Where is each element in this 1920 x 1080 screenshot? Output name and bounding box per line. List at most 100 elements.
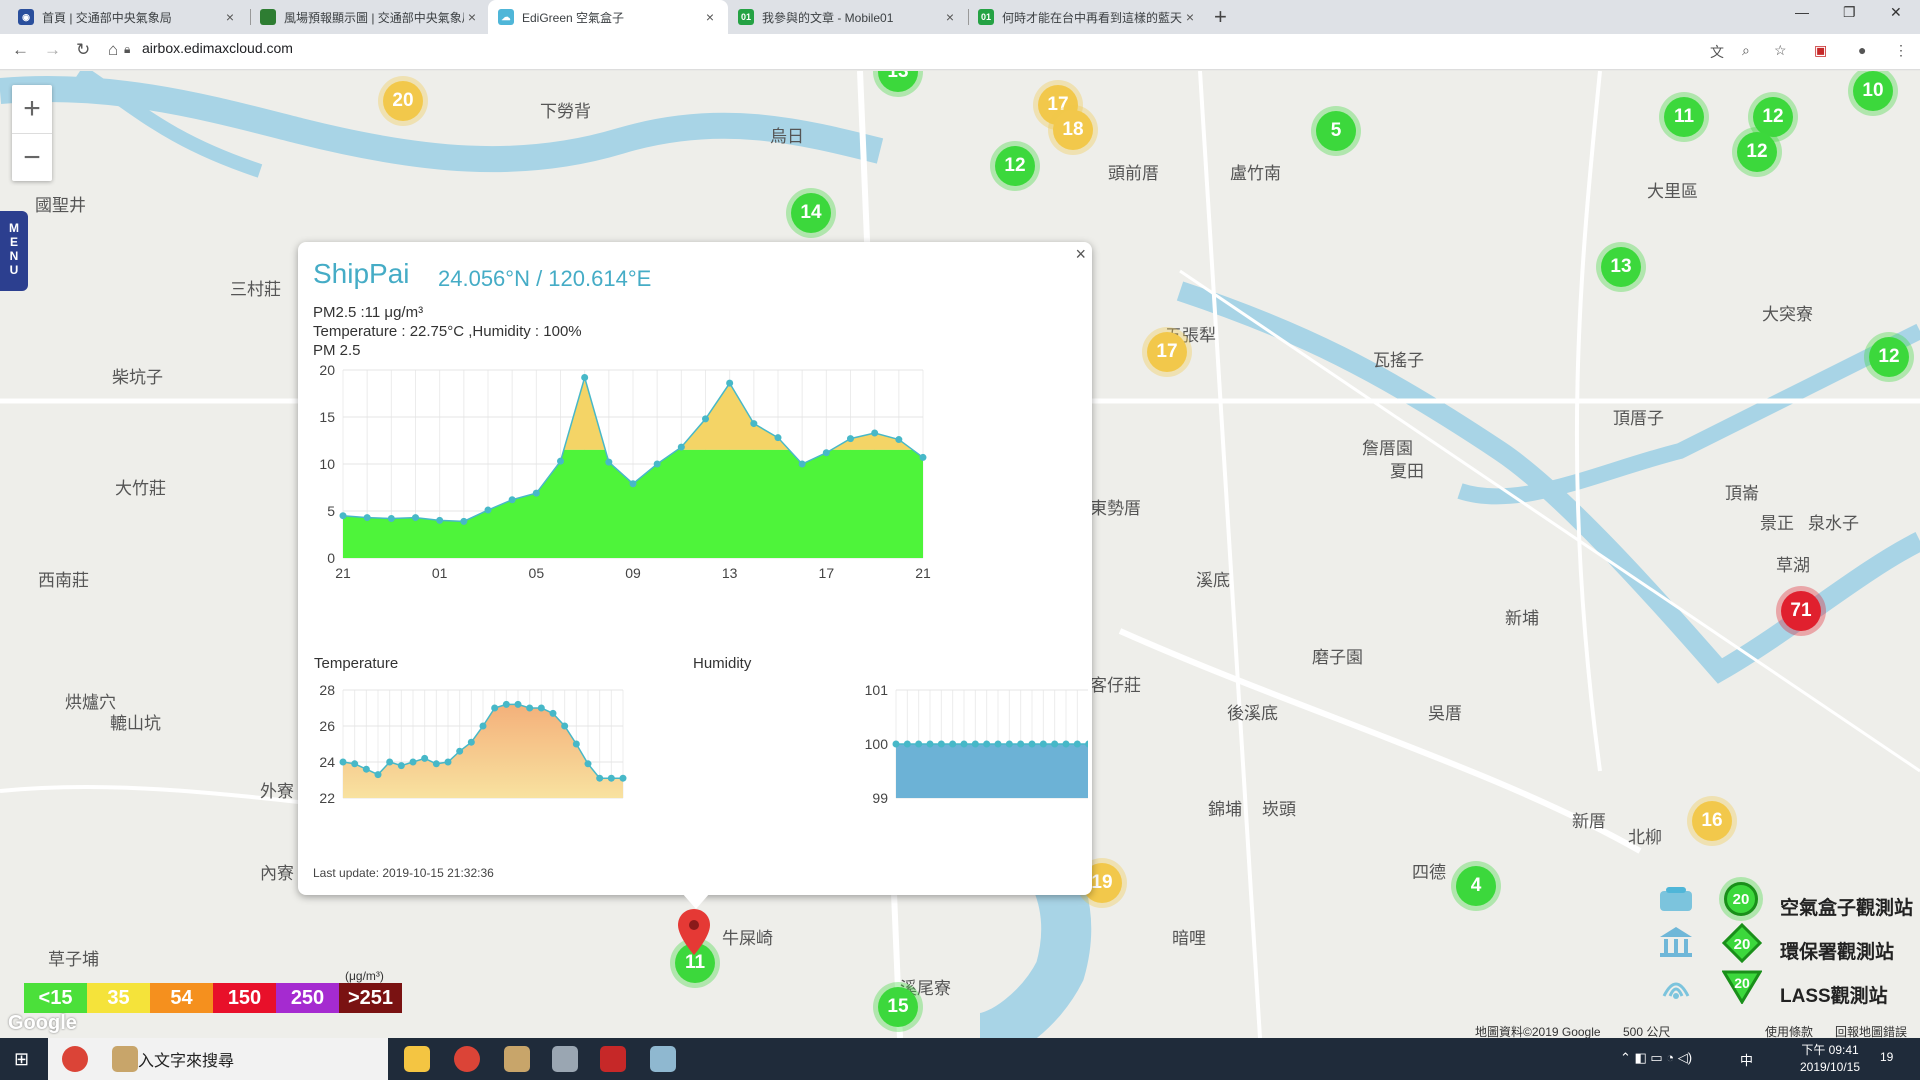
x-tick-label: 05 xyxy=(529,565,545,581)
airbox-marker[interactable]: 5 xyxy=(1316,111,1356,151)
taskbar-search-box[interactable]: 入文字來搜尋 xyxy=(48,1038,388,1080)
close-popup-button[interactable]: × xyxy=(1075,244,1086,265)
zoom-in-button[interactable]: + xyxy=(12,85,52,133)
data-point xyxy=(581,374,589,382)
airbox-marker[interactable]: 20 xyxy=(383,81,423,121)
translate-icon[interactable]: 文 xyxy=(1710,42,1724,62)
airbox-marker[interactable]: 15 xyxy=(878,987,918,1027)
airbox-station-label[interactable]: 空氣盒子觀測站 xyxy=(1780,893,1913,920)
data-point xyxy=(1073,740,1081,748)
data-point xyxy=(677,443,685,451)
data-point xyxy=(994,740,1002,748)
tab-edigreen[interactable]: ☁ EdiGreen 空氣盒子 × xyxy=(488,0,728,34)
close-tab-icon[interactable]: × xyxy=(942,9,958,25)
airbox-marker[interactable]: 12 xyxy=(995,146,1035,186)
chrome-menu-icon[interactable]: ⋮ xyxy=(1894,42,1908,59)
app-icon[interactable] xyxy=(552,1046,578,1072)
home-icon[interactable]: ⌂ xyxy=(108,40,118,60)
airbox-marker[interactable]: 11 xyxy=(1664,97,1704,137)
m01-icon: 01 xyxy=(978,9,994,25)
map-label: 下勞背 xyxy=(540,102,591,121)
y-tick-label: 28 xyxy=(319,682,335,698)
map-label: 西南莊 xyxy=(38,571,89,590)
ime-indicator[interactable]: 中 xyxy=(1740,1050,1753,1069)
tab-mobile01-articles[interactable]: 01 我參與的文章 - Mobile01 × xyxy=(728,0,968,34)
lass-antenna-icon xyxy=(1662,982,1690,999)
maximize-icon[interactable]: ❐ xyxy=(1843,4,1856,21)
app-icon[interactable] xyxy=(504,1046,530,1072)
airbox-marker[interactable]: 18 xyxy=(1053,110,1093,150)
close-tab-icon[interactable]: × xyxy=(222,9,238,25)
data-point xyxy=(605,458,613,466)
close-tab-icon[interactable]: × xyxy=(1182,9,1198,25)
bookmark-star-icon[interactable]: ☆ xyxy=(1774,42,1787,59)
map-label: 四德 xyxy=(1412,863,1446,882)
tab-mobile01-bluesky[interactable]: 01 何時才能在台中再看到這樣的藍天 × xyxy=(968,0,1208,34)
zoom-icon[interactable]: ⌕ xyxy=(1742,42,1750,59)
airbox-marker[interactable]: 17 xyxy=(1147,332,1187,372)
map-label: 夏田 xyxy=(1390,462,1424,481)
data-point xyxy=(456,747,464,755)
data-point xyxy=(526,704,534,712)
airbox-marker[interactable]: 71 xyxy=(1781,591,1821,631)
windows-start-icon[interactable]: ⊞ xyxy=(14,1049,29,1070)
minimize-icon[interactable]: — xyxy=(1795,4,1809,20)
map-pin-icon[interactable] xyxy=(678,909,710,955)
zoom-out-button[interactable]: − xyxy=(12,133,52,181)
data-point xyxy=(949,740,957,748)
close-tab-icon[interactable]: × xyxy=(464,9,480,25)
reload-icon[interactable]: ↻ xyxy=(76,40,90,60)
extension-icon[interactable]: ▣ xyxy=(1814,42,1827,59)
close-tab-icon[interactable]: × xyxy=(702,9,718,25)
epa-station-label[interactable]: 環保署觀測站 xyxy=(1780,937,1894,964)
app-icon[interactable] xyxy=(600,1046,626,1072)
airbox-marker[interactable]: 13 xyxy=(1601,247,1641,287)
chrome-icon[interactable] xyxy=(454,1046,480,1072)
data-point xyxy=(467,738,475,746)
data-point xyxy=(607,774,615,782)
y-tick-label: 0 xyxy=(327,550,335,566)
file-explorer-icon[interactable] xyxy=(404,1046,430,1072)
lass-legend-value: 20 xyxy=(1734,975,1750,991)
notification-count[interactable]: 19 xyxy=(1880,1050,1893,1064)
clock[interactable]: 下午 09:41 2019/10/15 xyxy=(1790,1042,1870,1076)
y-tick-label: 10 xyxy=(319,456,335,472)
map-label: 溪底 xyxy=(1196,571,1230,590)
menu-toggle-button[interactable]: MENU xyxy=(0,211,28,291)
back-icon[interactable]: ← xyxy=(12,40,29,60)
map-label: 草湖 xyxy=(1776,556,1810,575)
search-placeholder: 入文字來搜尋 xyxy=(138,1053,235,1070)
chrome-icon[interactable] xyxy=(62,1046,88,1072)
airbox-marker[interactable]: 14 xyxy=(791,193,831,233)
data-point xyxy=(847,435,854,443)
app-icon[interactable] xyxy=(112,1046,138,1072)
airbox-marker[interactable]: 12 xyxy=(1869,337,1909,377)
airbox-marker[interactable]: 16 xyxy=(1692,801,1732,841)
data-point xyxy=(726,379,734,387)
airbox-marker[interactable]: 12 xyxy=(1737,132,1777,172)
humidity-chart: 99 100 101 xyxy=(865,682,1088,806)
lass-legend-marker: 20 xyxy=(1722,970,1762,1004)
tab-wind-forecast[interactable]: 風場預報顯示圖 | 交通部中央氣象局 × xyxy=(250,0,490,34)
new-tab-button[interactable]: + xyxy=(1214,4,1227,30)
tray-icons[interactable]: ⌃ ◧ ▭ ◔ ◁) xyxy=(1620,1050,1692,1066)
data-point xyxy=(532,489,540,497)
tab-cwb-home[interactable]: ◉ 首頁 | 交通部中央氣象局 × xyxy=(8,0,248,34)
data-point xyxy=(702,415,709,423)
browser-tab-bar: ◉ 首頁 | 交通部中央氣象局 × 風場預報顯示圖 | 交通部中央氣象局 × ☁… xyxy=(0,0,1920,34)
window-close-icon[interactable]: ✕ xyxy=(1890,4,1902,21)
humidity-chart-title: Humidity xyxy=(693,655,752,672)
map-label: 北柳 xyxy=(1628,828,1662,847)
lass-station-label[interactable]: LASS觀測站 xyxy=(1780,981,1888,1008)
tab-title: 風場預報顯示圖 | 交通部中央氣象局 xyxy=(284,10,464,25)
legend-item: >251 xyxy=(339,983,402,1013)
profile-icon[interactable]: ● xyxy=(1858,42,1866,58)
address-bar[interactable]: airbox.edimaxcloud.com xyxy=(142,40,293,56)
forward-icon[interactable]: → xyxy=(44,40,61,60)
data-point xyxy=(1028,740,1036,748)
airbox-marker[interactable]: 4 xyxy=(1456,866,1496,906)
data-point xyxy=(421,754,429,762)
app-icon[interactable] xyxy=(650,1046,676,1072)
airbox-marker[interactable]: 10 xyxy=(1853,71,1893,111)
airbox-marker[interactable]: 12 xyxy=(1753,97,1793,137)
